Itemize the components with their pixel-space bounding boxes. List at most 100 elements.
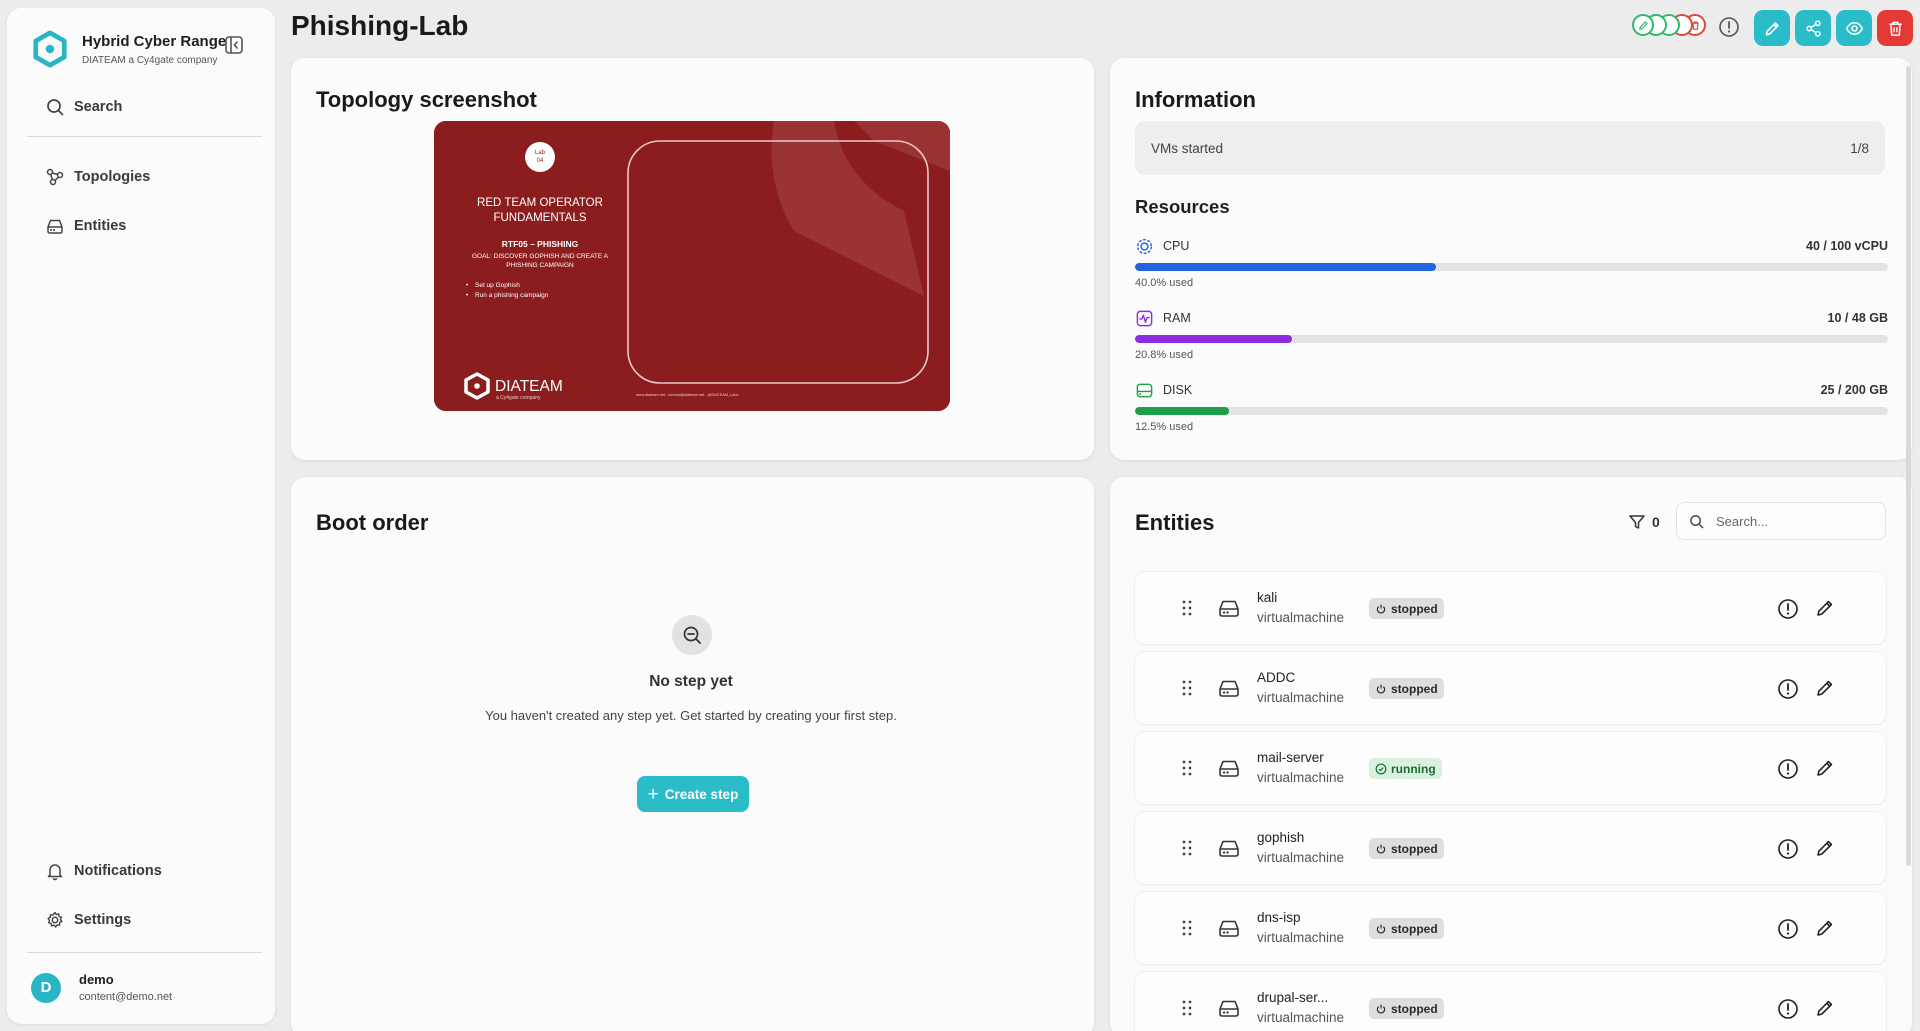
edit-icon[interactable] [1814,757,1836,779]
sidebar-item-entities[interactable]: Entities [29,209,257,243]
boot-order-title: Boot order [316,510,429,535]
page-title: Phishing-Lab [291,10,469,41]
edit-icon[interactable] [1814,597,1836,619]
edit-icon[interactable] [1814,997,1836,1019]
resource-ram: RAM 10 / 48 GB 20.8% used [1135,308,1888,361]
entity-search-input[interactable] [1716,513,1866,529]
drive-icon [47,219,63,234]
avatar: D [31,972,61,1003]
status-dot [1632,14,1654,36]
status-label: running [1391,761,1436,776]
resource-value: 40 / 100 vCPU [1806,239,1888,253]
thumb-goal-1: GOAL: DISCOVER GOPHISH AND CREATE A [472,253,609,260]
info-icon[interactable] [1776,917,1800,941]
resource-name: CPU [1163,239,1190,253]
power-icon [1376,684,1386,693]
drag-handle-icon[interactable] [1181,679,1193,697]
resource-value: 25 / 200 GB [1820,383,1888,397]
power-icon [1376,924,1386,933]
gear-icon [47,911,63,928]
thumb-bullet: Set up Gophish [475,282,520,289]
edit-icon[interactable] [1814,677,1836,699]
disk-usage-fill [1135,407,1230,415]
status-label: stopped [1391,1001,1438,1016]
entity-name: mail-server [1257,750,1324,765]
vm-status-indicators[interactable] [1632,10,1708,40]
entities-card: Entities 0 kalivirtualmachinestoppedADDC… [1110,477,1912,1031]
empty-state-description: You haven't created any step yet. Get st… [485,708,897,723]
user-name: demo [79,972,114,987]
power-icon [1376,844,1386,853]
drag-handle-icon[interactable] [1181,759,1193,777]
drag-handle-icon[interactable] [1181,839,1193,857]
create-step-button[interactable]: + Create step [637,776,749,812]
zoom-out-icon [683,626,701,644]
brand[interactable]: Hybrid Cyber Range DIATEAM a Cy4gate com… [31,30,226,68]
page-scrollbar[interactable] [1906,66,1911,866]
user-profile[interactable]: D demo content@demo.net [31,972,172,1003]
brand-title: Hybrid Cyber Range [82,32,227,50]
check-circle-icon [1375,763,1387,774]
topology-card: Topology screenshot Lab 04 RED TEAM OPER… [291,58,1094,460]
entity-type: virtualmachine [1257,930,1345,945]
sidebar-item-topologies[interactable]: Topologies [29,160,257,194]
entity-row[interactable]: drupal-ser... virtualmachine stopped [1135,972,1886,1031]
resource-disk: DISK 25 / 200 GB 12.5% used [1135,380,1888,433]
drag-handle-icon[interactable] [1181,599,1193,617]
info-icon[interactable] [1776,997,1800,1021]
trash-icon [1888,21,1902,36]
cpu-usage-bar [1135,263,1888,271]
sidebar-item-notifications[interactable]: Notifications [29,854,257,888]
edit-icon[interactable] [1814,837,1836,859]
share-button[interactable] [1795,10,1831,46]
edit-button[interactable] [1754,10,1790,46]
collapse-sidebar-icon[interactable] [223,34,245,56]
info-icon[interactable] [1717,15,1741,39]
sidebar-item-settings[interactable]: Settings [29,903,257,937]
header-actions [1632,10,1708,40]
edit-icon[interactable] [1814,917,1836,939]
drag-handle-icon[interactable] [1181,999,1193,1017]
empty-state-title: No step yet [649,673,733,690]
user-email: content@demo.net [79,991,173,1003]
divider [27,136,262,137]
entity-row[interactable]: gophish virtualmachine stopped [1135,812,1886,884]
status-label: stopped [1391,841,1438,856]
entity-row[interactable]: kali virtualmachine stopped [1135,572,1886,644]
entity-search[interactable] [1676,502,1886,540]
filter-button[interactable]: 0 [1628,513,1660,531]
entity-type: virtualmachine [1257,850,1345,865]
drive-icon [1219,920,1239,937]
entity-row[interactable]: mail-server virtualmachine running [1135,732,1886,804]
sidebar-item-label: Notifications [74,863,162,879]
sidebar-item-search[interactable]: Search [29,90,257,124]
empty-state-icon [672,615,712,655]
topology-thumbnail[interactable]: Lab 04 RED TEAM OPERATOR FUNDAMENTALS RT… [434,121,950,411]
info-icon[interactable] [1776,757,1800,781]
info-icon[interactable] [1776,677,1800,701]
ram-usage-bar [1135,335,1888,343]
cpu-usage-fill [1135,263,1437,271]
sidebar-item-label: Topologies [74,169,151,185]
entity-name: gophish [1257,830,1305,845]
lab-badge-text: Lab [535,150,546,156]
create-step-label: Create step [664,786,739,802]
entity-type: virtualmachine [1257,610,1345,625]
bell-icon [47,864,63,881]
thumb-heading-2: FUNDAMENTALS [493,212,586,224]
eye-icon [1845,21,1863,35]
filter-count: 0 [1652,514,1660,530]
sidebar: Hybrid Cyber Range DIATEAM a Cy4gate com… [7,8,275,1024]
info-icon[interactable] [1776,597,1800,621]
resource-name: RAM [1163,311,1191,325]
power-icon [1376,604,1386,613]
resources-title: Resources [1135,196,1230,217]
info-icon[interactable] [1776,837,1800,861]
entity-row[interactable]: dns-isp virtualmachine stopped [1135,892,1886,964]
entity-row[interactable]: ADDC virtualmachine stopped [1135,652,1886,724]
plus-icon: + [647,783,659,805]
delete-button[interactable] [1877,10,1913,46]
drag-handle-icon[interactable] [1181,919,1193,937]
drive-icon [1219,600,1239,617]
preview-button[interactable] [1836,10,1872,46]
